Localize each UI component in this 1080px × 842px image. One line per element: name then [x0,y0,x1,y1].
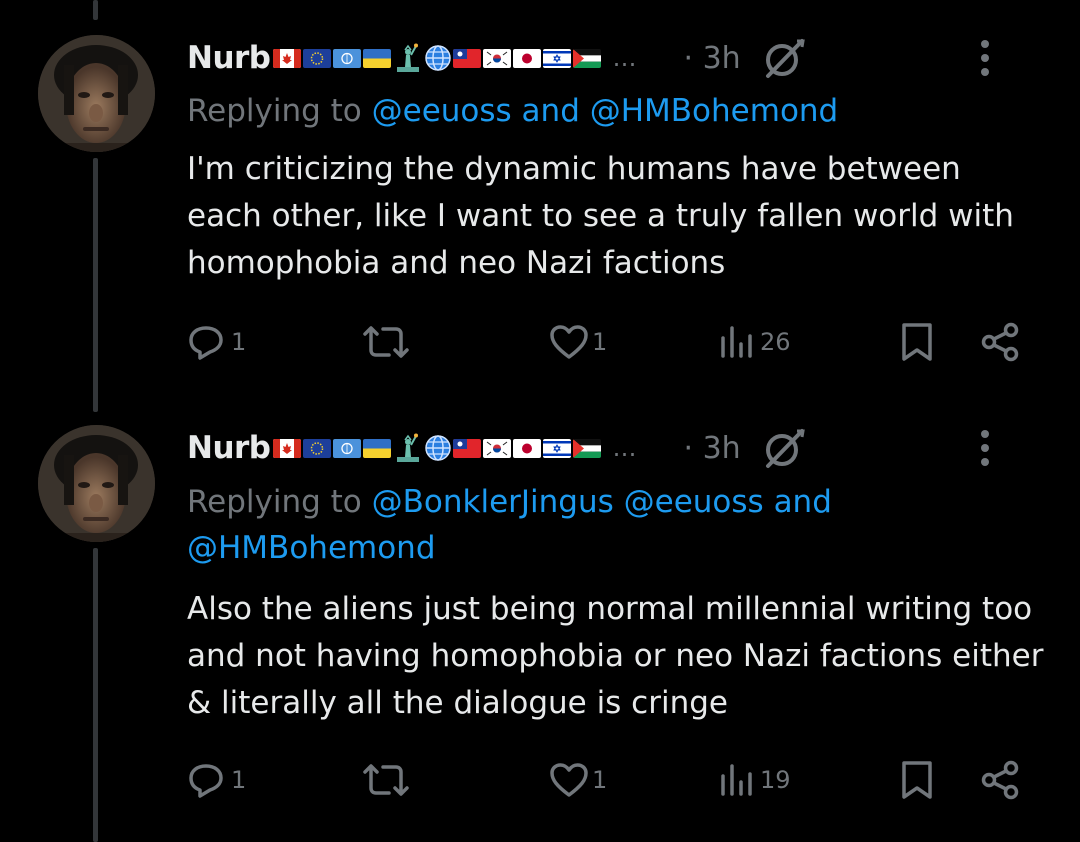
like-button[interactable]: 1 [549,320,607,364]
tweet[interactable]: Nurb … · 3h Replying to @eeuoss and @HMB… [0,0,1080,400]
un-flag-icon [332,438,361,458]
mention-link[interactable]: @HMBohemond [187,530,436,566]
replying-prefix: Replying to [187,484,372,520]
timestamp[interactable]: · 3h [684,431,741,466]
eu-flag-icon [302,438,331,458]
grok-icon[interactable] [761,425,807,471]
canada-flag-icon [272,48,301,68]
mention-link[interactable]: @HMBohemond [590,93,839,129]
more-options-icon[interactable] [980,429,990,467]
views-icon [721,326,752,358]
timestamp[interactable]: · 3h [684,41,741,76]
canada-flag-icon [272,438,301,458]
author-name[interactable]: Nurb [187,40,271,76]
mention-link[interactable]: @eeuoss [372,93,512,129]
eu-flag-icon [302,48,331,68]
like-button[interactable]: 1 [549,758,607,802]
palestine-flag-icon [572,48,601,68]
un-flag-icon [332,48,361,68]
taiwan-flag-icon [452,48,481,68]
reply-count: 1 [231,766,247,794]
retweet-button[interactable] [359,320,413,364]
globe-icon [424,45,451,71]
reply-button[interactable]: 1 [188,320,246,364]
replying-prefix: Replying to [187,93,372,129]
share-button[interactable] [980,320,1022,364]
replying-to: Replying to @eeuoss and @HMBohemond [187,88,1050,134]
share-button[interactable] [980,758,1022,802]
mention-joiner[interactable]: and [522,93,580,129]
reply-count: 1 [231,328,247,356]
reply-icon [189,764,223,798]
retweet-icon [363,764,409,796]
like-count: 1 [592,328,608,356]
view-count: 19 [760,766,791,794]
bookmark-button[interactable] [900,758,934,802]
tweet-header: Nurb … · 3h [187,32,1040,84]
heart-icon [550,763,588,797]
israel-flag-icon [542,438,571,458]
reply-icon [189,326,223,360]
statue-of-liberty-icon [396,43,419,72]
tweet[interactable]: Nurb … · 3h Replying to @BonklerJingus @… [0,390,1080,842]
view-count: 26 [760,328,791,356]
ukraine-flag-icon [362,48,391,68]
name-truncation: … [612,44,638,72]
more-options-icon[interactable] [980,39,990,77]
flag-emojis [272,43,603,73]
retweet-button[interactable] [359,758,413,802]
avatar[interactable] [38,35,155,152]
palestine-flag-icon [572,438,601,458]
grok-icon[interactable] [761,35,807,81]
bookmark-icon [902,323,932,361]
retweet-icon [363,326,409,358]
mention-link[interactable]: @BonklerJingus [372,484,614,520]
like-count: 1 [592,766,608,794]
bookmark-icon [902,761,932,799]
ukraine-flag-icon [362,438,391,458]
tweet-actions: 1 1 26 [0,320,1080,364]
reply-button[interactable]: 1 [188,758,246,802]
flag-emojis [272,433,603,463]
taiwan-flag-icon [452,438,481,458]
tweet-text: I'm criticizing the dynamic humans have … [187,151,1014,281]
views-button[interactable]: 26 [719,320,791,364]
israel-flag-icon [542,48,571,68]
tweet-header: Nurb … · 3h [187,422,1040,474]
views-icon [721,764,752,796]
replying-to: Replying to @BonklerJingus @eeuoss and @… [187,479,890,571]
japan-flag-icon [512,438,541,458]
share-icon [981,760,1019,800]
south-korea-flag-icon [482,48,511,68]
name-truncation: … [612,434,638,462]
mention-link[interactable]: @eeuoss [624,484,764,520]
tweet-actions: 1 1 19 [0,758,1080,802]
bookmark-button[interactable] [900,320,934,364]
mention-joiner[interactable]: and [774,484,832,520]
views-button[interactable]: 19 [719,758,791,802]
japan-flag-icon [512,48,541,68]
share-icon [981,322,1019,362]
statue-of-liberty-icon [396,433,419,462]
tweet-text: Also the aliens just being normal millen… [187,591,1044,721]
globe-icon [424,435,451,461]
south-korea-flag-icon [482,438,511,458]
author-name[interactable]: Nurb [187,430,271,466]
avatar[interactable] [38,425,155,542]
heart-icon [550,325,588,359]
